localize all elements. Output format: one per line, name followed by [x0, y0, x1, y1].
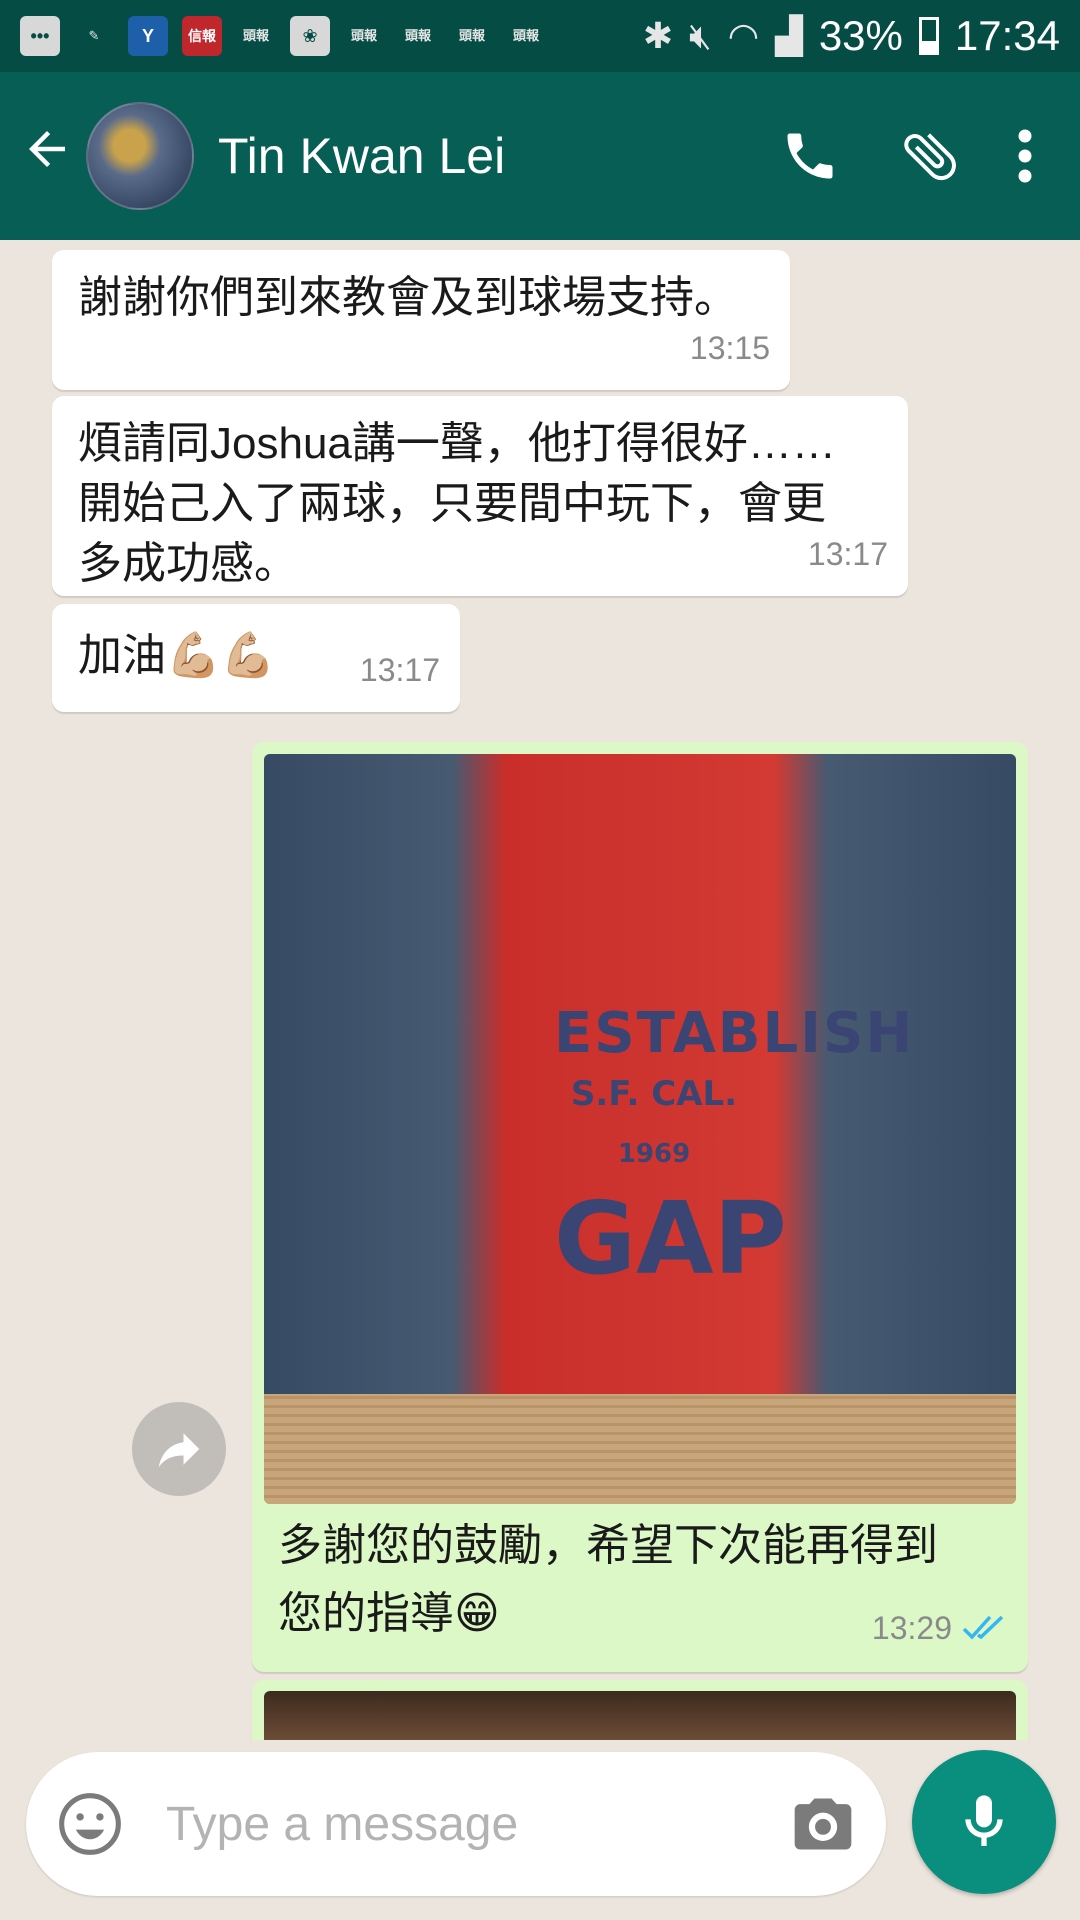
message-list[interactable]: 謝謝你們到來教會及到球場支持。 13:15 煩請同Joshua講一聲，他打得很好…: [0, 240, 1080, 1740]
message-photo[interactable]: [264, 1691, 1016, 1740]
message-photo[interactable]: ESTABLISH S.F. CAL. 1969 GAP: [264, 754, 1016, 1504]
mic-button[interactable]: [912, 1750, 1056, 1894]
message-bubble-in[interactable]: 加油💪🏼💪🏼 13:17: [52, 604, 460, 712]
message-time: 13:17: [807, 536, 888, 572]
clock: 17:34: [954, 12, 1060, 59]
message-time: 13:29: [871, 1610, 952, 1646]
more-vert-icon[interactable]: [990, 126, 1060, 186]
phone-icon[interactable]: [750, 126, 870, 186]
message-bubble-in[interactable]: 謝謝你們到來教會及到球場支持。 13:15: [52, 250, 790, 390]
message-time: 13:15: [689, 330, 770, 366]
signal-icon: ▟: [775, 15, 803, 56]
news-icon: 頭報: [512, 28, 539, 43]
app-icon: ❀: [290, 16, 330, 56]
back-arrow-icon[interactable]: [20, 122, 86, 190]
message-text: 謝謝你們到來教會及到球場支持。: [78, 273, 738, 322]
battery-icon: [918, 17, 939, 55]
news-icon: 頭報: [404, 28, 431, 43]
mic-icon: [965, 1795, 1003, 1846]
news-icon: 頭報: [350, 28, 377, 43]
emoji-icon[interactable]: [56, 1789, 124, 1859]
mute-icon: 🔇︎: [689, 14, 712, 56]
wifi-icon: ◠: [727, 15, 760, 56]
contact-name[interactable]: Tin Kwan Lei: [218, 127, 750, 185]
forward-button[interactable]: [132, 1402, 226, 1496]
shirt-print: ESTABLISH S.F. CAL. 1969 GAP: [554, 1001, 915, 1297]
compose-bar: [26, 1752, 886, 1896]
message-bubble-in[interactable]: 煩請同Joshua講一聲，他打得很好……開始己入了兩球，只要間中玩下，會更多成功…: [52, 396, 908, 596]
battery-percent: 33%: [818, 12, 903, 59]
news-icon: 信報: [182, 16, 222, 56]
message-time: 13:17: [359, 652, 440, 688]
yahoo-icon: Y: [128, 16, 168, 56]
message-input[interactable]: [162, 1795, 789, 1853]
message-time-row: 13:29: [872, 1598, 1008, 1658]
avatar[interactable]: [86, 102, 194, 210]
system-status: ✱ 🔇︎ ◠ ▟ 33% 17:34: [643, 12, 1060, 60]
photo-table: [264, 1394, 1016, 1504]
message-text: 煩請同Joshua講一聲，他打得很好……開始己入了兩球，只要間中玩下，會更多成功…: [78, 419, 836, 588]
news-icon: 頭報: [242, 28, 269, 43]
camera-icon[interactable]: [789, 1784, 857, 1864]
notification-area: ••• ✎ Y 信報 頭報 ❀ 頭報 頭報 頭報 頭報: [20, 16, 643, 56]
news-icon: 頭報: [458, 28, 485, 43]
bluetooth-icon: ✱: [642, 15, 674, 56]
message-icon: •••: [20, 16, 60, 56]
message-bubble-out[interactable]: ESTABLISH S.F. CAL. 1969 GAP 多謝您的鼓勵，希望下次…: [252, 742, 1028, 1672]
chat-header: Tin Kwan Lei: [0, 72, 1080, 240]
paperclip-icon[interactable]: [870, 124, 990, 188]
read-receipt-icon: [962, 1615, 1004, 1640]
cleaner-icon: ✎: [88, 28, 100, 43]
status-bar: ••• ✎ Y 信報 頭報 ❀ 頭報 頭報 頭報 頭報 ✱ 🔇︎ ◠ ▟ 33%…: [0, 0, 1080, 72]
